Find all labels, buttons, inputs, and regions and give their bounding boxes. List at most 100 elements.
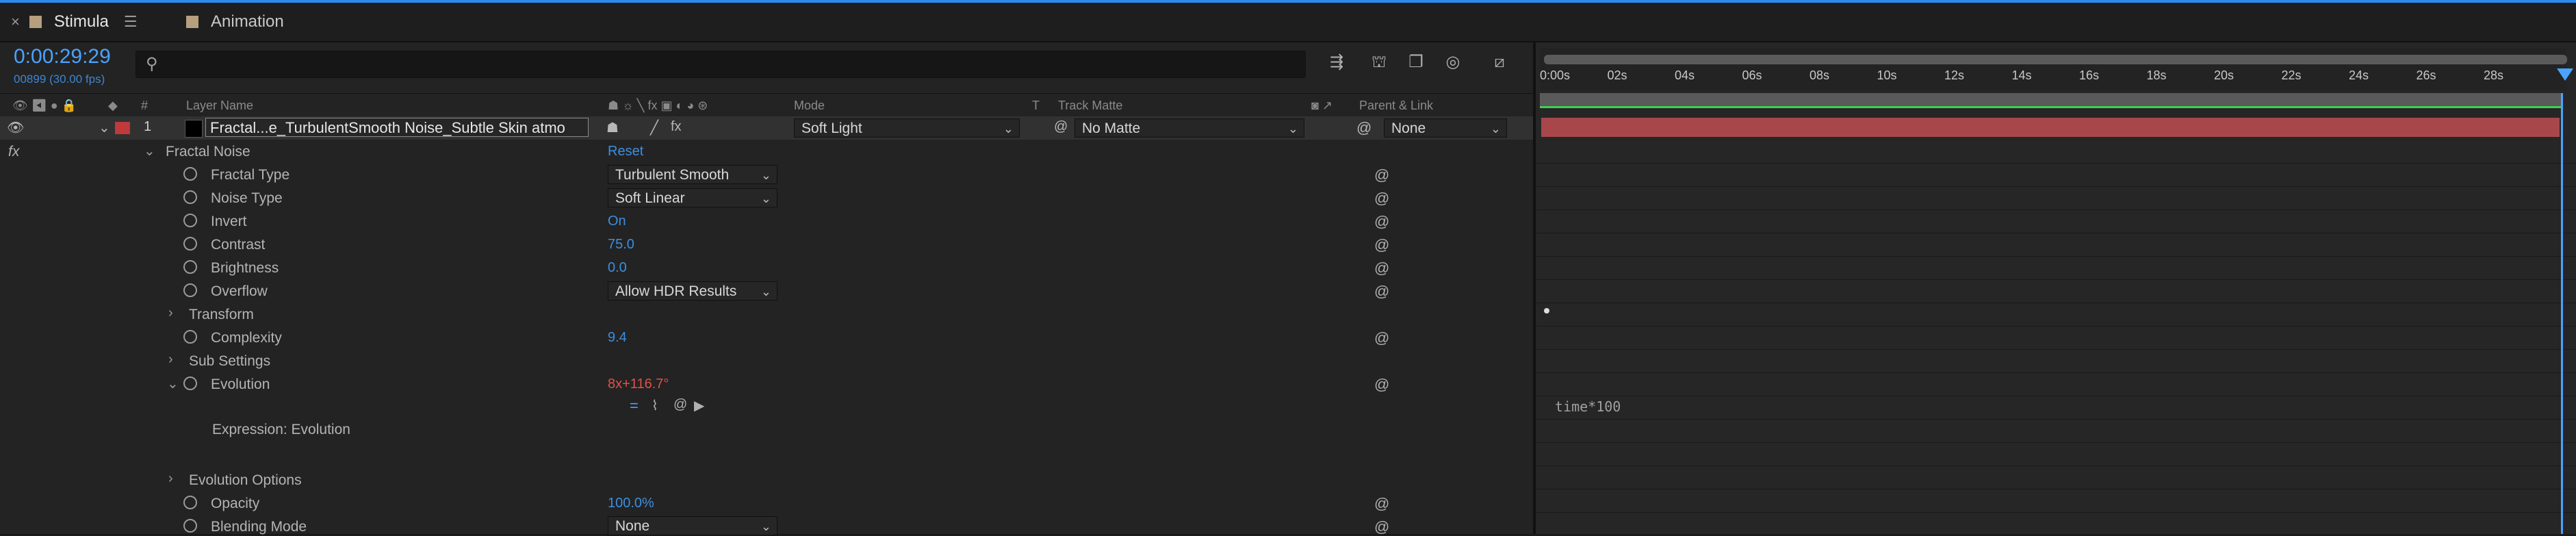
layer-duration-bar[interactable] — [1541, 118, 2560, 137]
tab-stimula[interactable]: × Stimula ☰ — [11, 8, 138, 36]
col-mode[interactable]: Mode — [794, 99, 825, 113]
stopwatch-icon[interactable] — [183, 214, 197, 227]
fx-label[interactable]: fx — [8, 144, 19, 160]
blending-mode-dropdown[interactable]: None ⌄ — [608, 516, 777, 535]
graph-editor-icon[interactable]: ⧄ — [1488, 52, 1511, 73]
pickwhip-icon[interactable]: @ — [1374, 283, 1389, 301]
pickwhip-icon[interactable]: @ — [1374, 236, 1389, 254]
stopwatch-icon[interactable] — [183, 519, 197, 533]
label-color-swatch[interactable] — [115, 122, 130, 134]
eye-icon[interactable]: 👁 — [7, 119, 24, 137]
expression-language-menu-icon[interactable]: ▶ — [694, 397, 704, 414]
keyframe-dot[interactable] — [1544, 308, 1549, 314]
close-icon[interactable]: × — [11, 13, 20, 31]
stopwatch-icon[interactable] — [183, 237, 197, 251]
brightness-row: Brightness 0.0 @ — [0, 256, 1533, 280]
evolution-degrees: +116.7° — [622, 377, 669, 392]
enable-expression-icon[interactable]: = — [630, 397, 639, 415]
timeline-row — [1536, 163, 2576, 187]
comp-color-swatch — [186, 16, 198, 28]
tick-label: 28s — [2484, 68, 2504, 82]
timeline-row — [1536, 303, 2576, 327]
layer-name[interactable]: Fractal...e_TurbulentSmooth Noise_Subtle… — [205, 118, 589, 137]
quality-icon[interactable]: ╱ — [650, 119, 658, 137]
contrast-row: Contrast 75.0 @ — [0, 233, 1533, 257]
shy-icon[interactable]: ☗ — [606, 119, 619, 137]
stopwatch-icon[interactable] — [183, 496, 197, 509]
tick-label: 0:00s — [1540, 68, 1571, 82]
stopwatch-icon[interactable] — [183, 190, 197, 204]
stopwatch-icon[interactable] — [183, 330, 197, 344]
contrast-value[interactable]: 75.0 — [608, 237, 634, 253]
effect-name[interactable]: Fractal Noise — [166, 144, 250, 160]
panel-menu-icon[interactable]: ☰ — [124, 13, 138, 31]
overflow-dropdown[interactable]: Allow HDR Results ⌄ — [608, 281, 777, 301]
expression-graph-icon[interactable]: ⌇ — [652, 397, 658, 414]
search-input[interactable]: ⚲ — [136, 51, 1306, 78]
track-matte-dropdown[interactable]: No Matte ⌄ — [1074, 118, 1304, 138]
playhead-marker[interactable] — [2557, 68, 2573, 81]
transform-row: › Transform — [0, 303, 1533, 327]
col-track-matte[interactable]: Track Matte — [1058, 99, 1122, 113]
pickwhip-icon[interactable]: @ — [1374, 376, 1389, 394]
chevron-down-icon[interactable]: ⌄ — [167, 375, 179, 392]
stopwatch-icon[interactable] — [183, 260, 197, 274]
col-number: # — [141, 99, 149, 112]
evolution-row: ⌄ Evolution 8x+116.7° @ — [0, 372, 1533, 396]
time-ruler[interactable]: 0:00s 02s 04s 06s 08s 10s 12s 14s 16s 18s 20s 22s 24… — [1540, 48, 2573, 90]
tab-animation[interactable]: Animation — [186, 8, 284, 36]
tick-label: 08s — [1809, 68, 1830, 82]
pickwhip-icon[interactable]: @ — [1374, 518, 1389, 536]
chevron-right-icon[interactable]: › — [168, 471, 173, 487]
draft-3d-icon[interactable]: ⛫ — [1367, 52, 1391, 73]
chevron-down-icon[interactable]: ⌄ — [99, 119, 110, 137]
pickwhip-icon[interactable]: @ — [1374, 190, 1389, 207]
expression-pickwhip-icon[interactable]: @ — [673, 397, 687, 413]
chevron-right-icon[interactable]: › — [168, 352, 173, 368]
group-label[interactable]: Transform — [189, 307, 254, 323]
group-label[interactable]: Evolution Options — [189, 472, 302, 489]
effects-toggle-icon[interactable]: fx — [671, 119, 682, 137]
current-timecode[interactable]: 0:00:29:29 — [14, 45, 111, 68]
tick-label: 20s — [2214, 68, 2234, 82]
mode-dropdown[interactable]: Soft Light ⌄ — [794, 118, 1020, 138]
frame-blending-icon[interactable]: ❐ — [1404, 52, 1428, 73]
stopwatch-icon[interactable] — [183, 377, 197, 390]
stopwatch-icon[interactable] — [183, 167, 197, 181]
brightness-value[interactable]: 0.0 — [608, 260, 627, 276]
pickwhip-icon[interactable]: @ — [1374, 259, 1389, 277]
time-navigator[interactable] — [1544, 55, 2567, 64]
invert-value[interactable]: On — [608, 214, 626, 229]
pickwhip-icon[interactable]: @ — [1374, 329, 1389, 347]
noise-type-dropdown[interactable]: Soft Linear ⌄ — [608, 188, 777, 207]
parent-dropdown[interactable]: None ⌄ — [1384, 118, 1507, 138]
group-label[interactable]: Sub Settings — [189, 353, 270, 370]
layer-row[interactable]: 👁 ⌄ 1 Fractal...e_TurbulentSmooth Noise_… — [0, 116, 1533, 140]
property-label: Invert — [211, 214, 247, 229]
evolution-value[interactable]: 8x+116.7° — [608, 377, 669, 392]
property-label: Overflow — [211, 283, 268, 299]
tick-label: 14s — [2011, 68, 2032, 82]
fractal-type-row: Fractal Type Turbulent Smooth ⌄ @ — [0, 163, 1533, 187]
fractal-type-dropdown[interactable]: Turbulent Smooth ⌄ — [608, 165, 777, 184]
stopwatch-icon[interactable] — [183, 283, 197, 297]
matte-link-icon[interactable]: @ — [1054, 119, 1068, 137]
pickwhip-icon[interactable]: @ — [1374, 495, 1389, 513]
comp-mini-flowchart-icon[interactable]: ⇶ — [1325, 52, 1348, 73]
col-layer-name[interactable]: Layer Name — [186, 99, 253, 113]
pickwhip-icon[interactable]: @ — [1374, 213, 1389, 231]
expression-editor[interactable]: time*100 — [1555, 398, 1621, 415]
work-area-bar[interactable] — [1540, 93, 2561, 108]
visibility-column-icons: 👁 ◀ ● 🔒 — [12, 99, 77, 112]
complexity-value[interactable]: 9.4 — [608, 330, 627, 346]
reset-link[interactable]: Reset — [608, 144, 643, 159]
pickwhip-icon[interactable]: @ — [1374, 166, 1389, 184]
motion-blur-icon[interactable]: ◎ — [1441, 52, 1465, 73]
pickwhip-icon[interactable]: @ — [1356, 119, 1371, 137]
chevron-down-icon[interactable]: ⌄ — [144, 142, 155, 159]
timeline-row — [1536, 326, 2576, 350]
col-parent-link[interactable]: Parent & Link — [1359, 99, 1433, 113]
chevron-right-icon[interactable]: › — [168, 305, 173, 321]
playhead-line[interactable] — [2561, 93, 2563, 534]
opacity-value[interactable]: 100.0% — [608, 496, 654, 511]
